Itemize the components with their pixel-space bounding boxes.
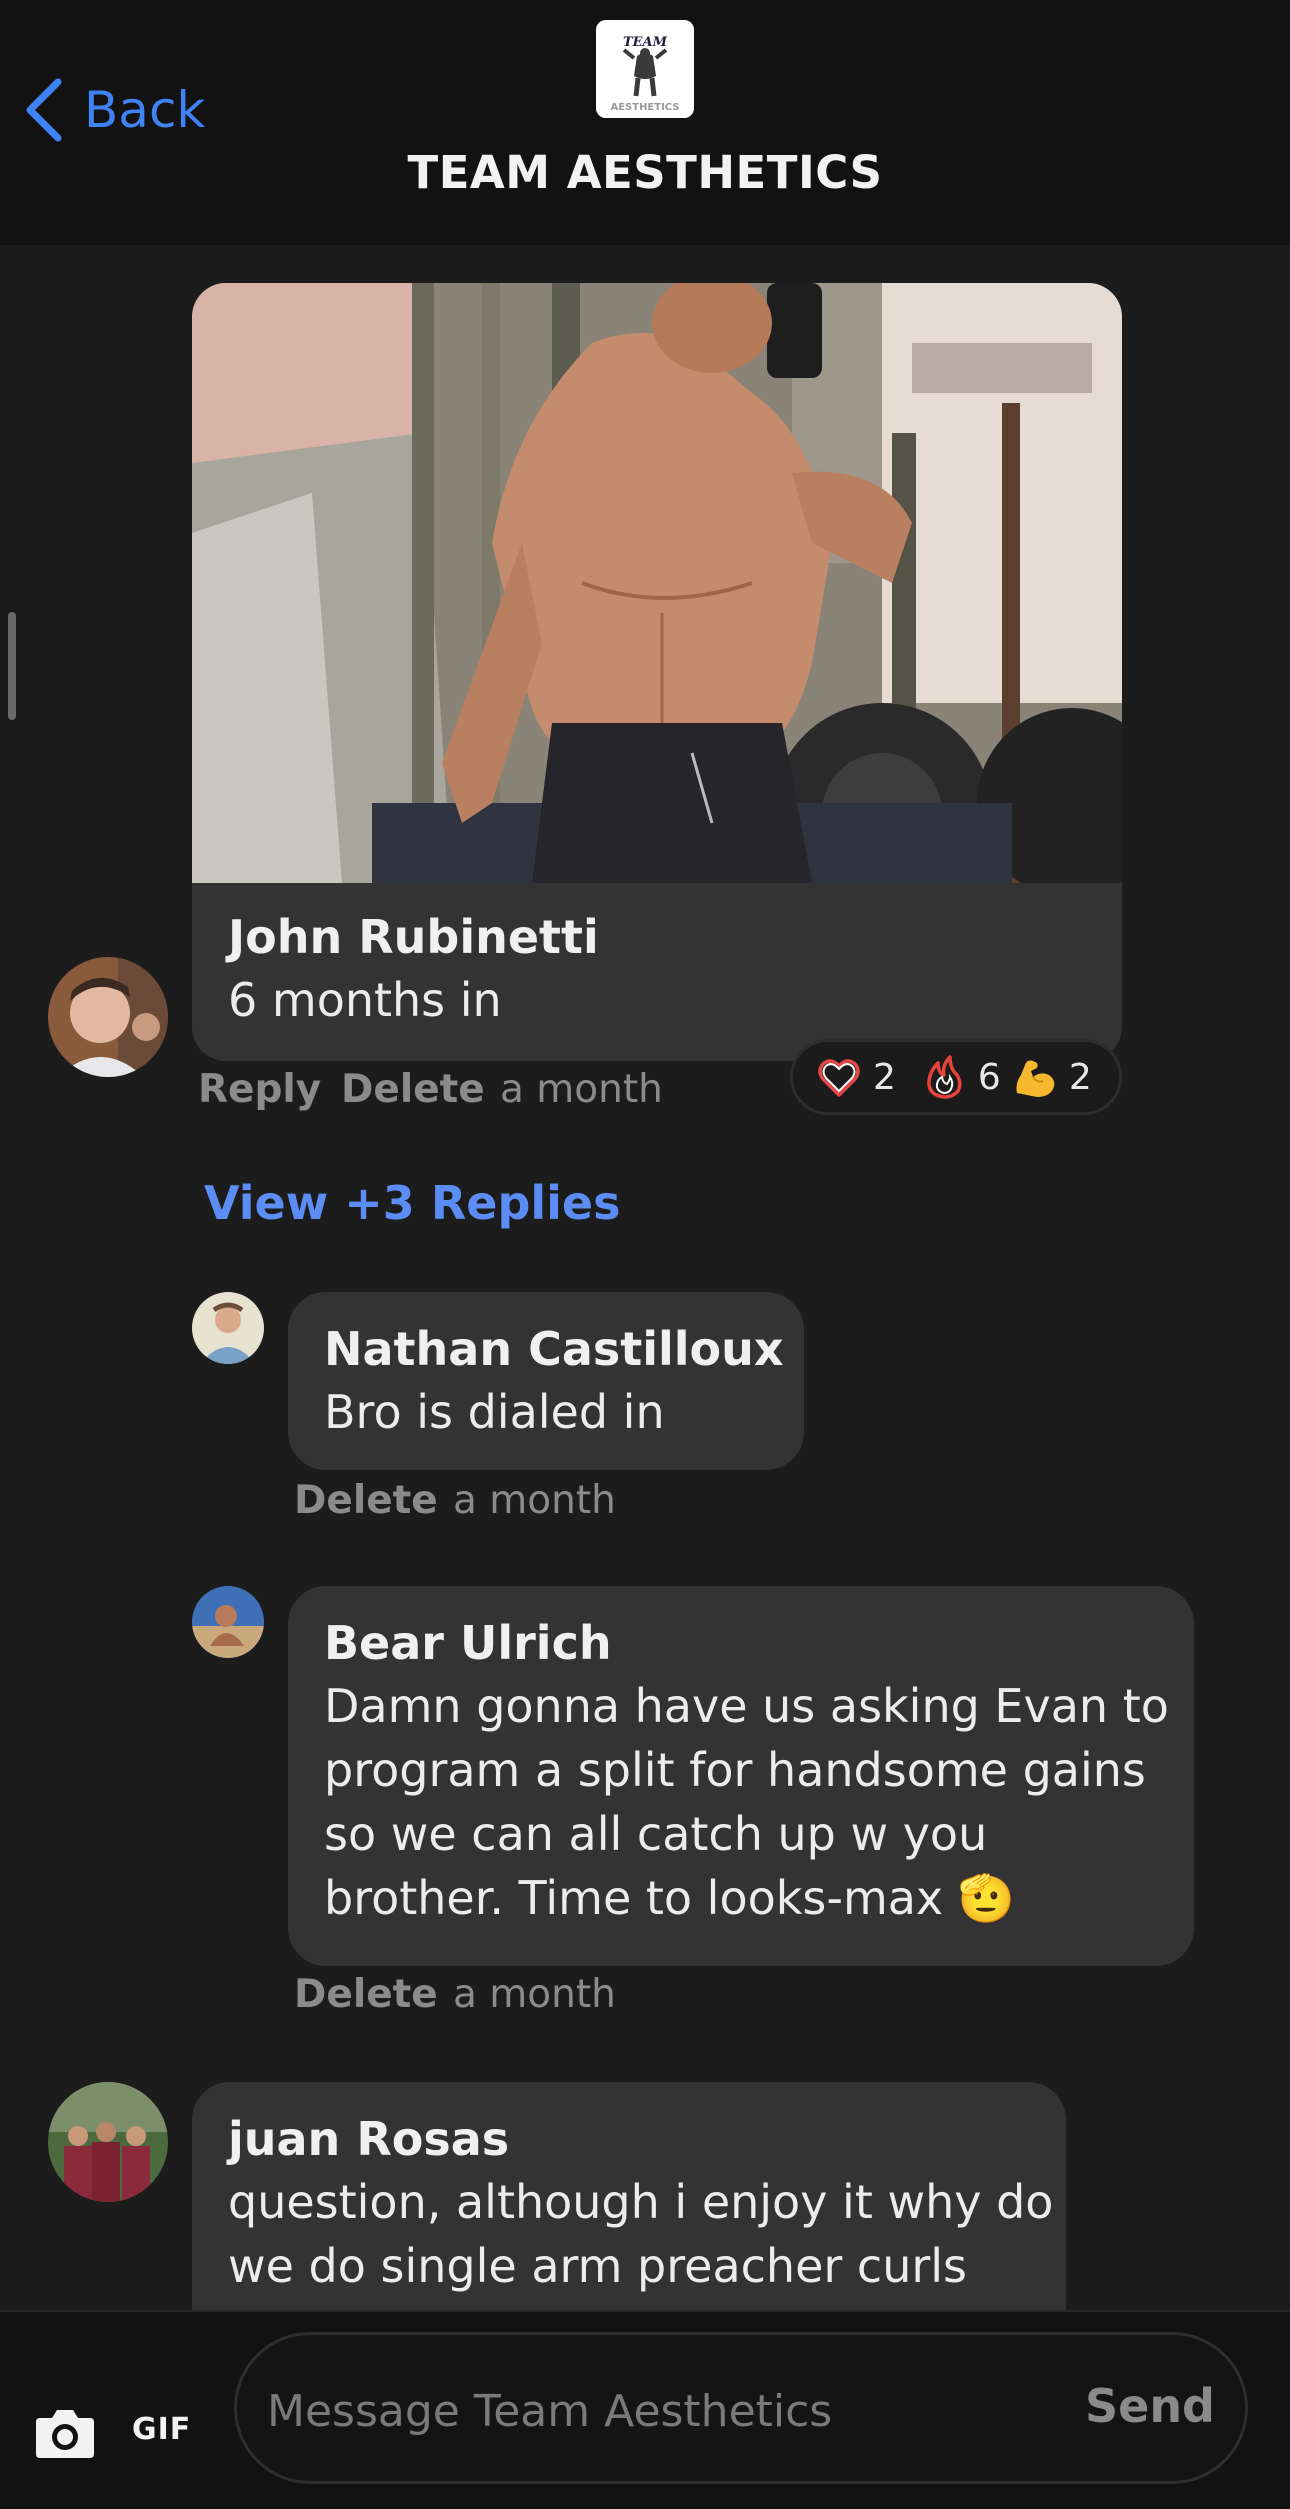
reaction-bar: 2 6 2 [790,1039,1122,1115]
page-title: TEAM AESTHETICS [407,146,883,199]
camera-icon [36,2410,94,2458]
post-timestamp: a month [500,1067,663,1112]
comment-text-line: we do single arm preacher curls [228,2239,968,2293]
back-button[interactable]: Back [22,78,205,142]
post-text: 6 months in [228,973,502,1027]
reply-author[interactable]: Nathan Castilloux [324,1322,784,1376]
back-label: Back [84,81,206,139]
view-replies-link[interactable]: View +3 Replies [204,1176,621,1230]
send-button[interactable]: Send [1085,2379,1215,2433]
delete-button[interactable]: Delete [341,1067,485,1112]
scroll-indicator[interactable] [8,612,16,720]
reply-bubble[interactable]: Nathan Castilloux Bro is dialed in [288,1292,804,1470]
reaction-fire[interactable]: 6 [920,1053,1001,1101]
message-composer: GIF Send [0,2310,1290,2509]
avatar[interactable] [192,1292,264,1364]
reaction-heart[interactable]: 2 [815,1053,896,1101]
avatar[interactable] [192,1586,264,1658]
reply-text-line: Damn gonna have us asking Evan to [324,1679,1169,1733]
logo-text-bottom: AESTHETICS [610,102,679,113]
reply-timestamp: a month [453,1478,616,1523]
comment-author[interactable]: juan Rosas [228,2112,509,2166]
reaction-biceps[interactable]: 2 [1011,1053,1092,1101]
reply-text-line: brother. Time to looks-max 🫡 [324,1871,1016,1925]
delete-button[interactable]: Delete [294,1972,438,2017]
avatar[interactable] [48,2082,168,2202]
biceps-count: 2 [1068,1056,1092,1098]
group-logo: TEAM AESTHETICS [596,20,694,118]
reply-text-line: so we can all catch up w you [324,1807,988,1861]
reply-author[interactable]: Bear Ulrich [324,1616,612,1670]
reply-text-line: program a split for handsome gains [324,1743,1146,1797]
top-bar: Back TEAM AESTHETICS TEAM AESTHETICS [0,0,1290,245]
reply-text-line: Bro is dialed in [324,1385,665,1439]
fire-icon [927,1055,962,1099]
chevron-left-icon [26,78,62,142]
reply-bubble[interactable]: Bear Ulrich Damn gonna have us asking Ev… [288,1586,1194,1966]
reply-timestamp: a month [453,1972,616,2017]
post-card[interactable]: John Rubinetti 6 months in [192,283,1122,1061]
comment-text-line: question, although i enjoy it why do [228,2175,1054,2229]
message-field-container[interactable]: Send [234,2332,1248,2484]
gif-button[interactable]: GIF [132,2412,191,2447]
delete-button[interactable]: Delete [294,1478,438,1523]
heart-count: 2 [873,1056,896,1098]
post-author[interactable]: John Rubinetti [228,910,599,964]
heart-icon [818,1059,860,1097]
avatar[interactable] [48,957,168,1077]
camera-button[interactable] [34,2406,96,2460]
flexed-biceps-icon [1016,1060,1055,1097]
logo-text-top: TEAM [623,35,668,50]
fire-count: 6 [977,1056,1001,1098]
reply-button[interactable]: Reply [198,1067,321,1112]
post-photo[interactable] [192,283,1122,923]
message-input[interactable] [267,2379,1027,2443]
